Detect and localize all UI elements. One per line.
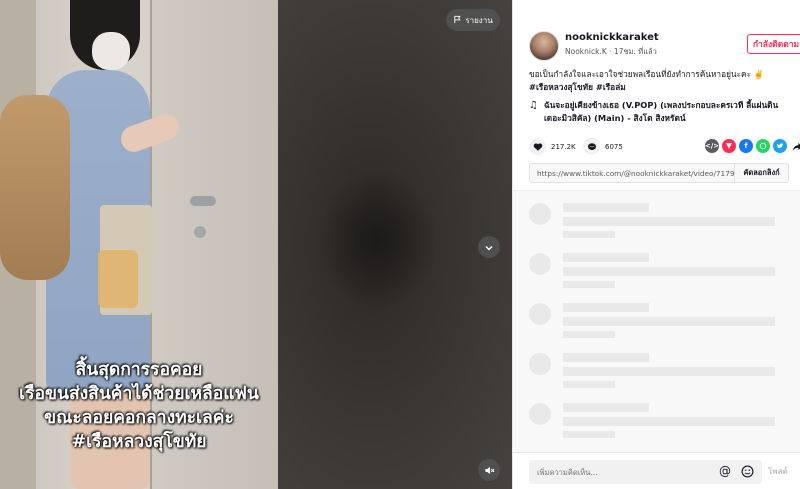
comment-skeleton-avatar	[529, 253, 551, 275]
video-caption: สิ้นสุดการรอคอย เรือขนส่งสินค้าได้ช่วยเห…	[0, 358, 278, 454]
comment-icon	[583, 138, 600, 155]
comment-skeleton-line	[563, 403, 649, 412]
comment-skeleton-avatar	[529, 353, 551, 375]
video-backpack	[0, 95, 70, 280]
description-hashtags[interactable]: #เรือหลวงสุโขทัย #เรือล่ม	[529, 81, 789, 94]
mention-icon[interactable]: @	[717, 463, 733, 479]
video-door-lock	[194, 226, 206, 238]
report-label: รายงาน	[465, 15, 493, 25]
author-subline: Nooknick.K · 17ชม. ที่แล้ว	[565, 46, 657, 58]
caption-line: เรือขนส่งสินค้าได้ช่วยเหลือแฟน	[19, 384, 259, 404]
description-text: ขอเป็นกำลังใจและเอาใจช่วยพลเรือนที่ยังทำ…	[529, 69, 765, 79]
share-buttons: </> f	[705, 139, 800, 153]
caption-line: ขณะลอยคอกลางทะเลค่ะ	[44, 408, 234, 428]
comment-stat[interactable]: 6075	[583, 138, 623, 155]
comment-skeleton-line	[563, 281, 615, 288]
author-header: nooknickkaraket Nooknick.K · 17ชม. ที่แล…	[529, 28, 800, 64]
like-stat[interactable]: 217.2K	[529, 138, 576, 155]
author-username[interactable]: nooknickkaraket	[565, 32, 659, 43]
comment-skeleton-line	[563, 317, 775, 326]
emoji-icon[interactable]	[739, 463, 755, 479]
comment-skeleton-line	[563, 431, 615, 438]
report-button[interactable]: รายงาน	[446, 9, 500, 31]
video-snack-bag	[98, 250, 138, 308]
facebook-icon[interactable]: f	[739, 139, 753, 153]
post-comment-button[interactable]: โพสต์	[768, 465, 788, 478]
music-info[interactable]: ♫ ฉันจะอยู่เคียงข้างเธอ (V.POP) (เพลงประ…	[529, 99, 789, 125]
next-video-button[interactable]	[478, 236, 500, 258]
comments-loading-list	[513, 190, 800, 452]
video-details-panel: nooknickkaraket Nooknick.K · 17ชม. ที่แล…	[512, 0, 800, 489]
caption-line: #เรือหลวงสุโขทัย	[71, 432, 207, 452]
video-blur-background	[278, 0, 512, 489]
comment-skeleton-line	[563, 203, 649, 212]
comment-skeleton-line	[563, 253, 649, 262]
comment-skeleton-avatar	[529, 303, 551, 325]
video-player[interactable]: สิ้นสุดการรอคอย เรือขนส่งสินค้าได้ช่วยเห…	[0, 0, 512, 489]
comment-skeleton-line	[563, 353, 649, 362]
like-count: 217.2K	[551, 142, 576, 151]
video-frame: สิ้นสุดการรอคอย เรือขนส่งสินค้าได้ช่วยเห…	[0, 0, 278, 489]
author-nickname: Nooknick.K	[565, 47, 607, 56]
post-time: 17ชม. ที่แล้ว	[613, 47, 657, 56]
comment-count: 6075	[605, 142, 623, 151]
comment-skeleton-line	[563, 267, 775, 276]
speaker-muted-icon	[484, 461, 495, 480]
comment-skeleton-line	[563, 367, 775, 376]
video-description: ขอเป็นกำลังใจและเอาใจช่วยพลเรือนที่ยังทำ…	[529, 68, 789, 94]
comment-skeleton-line	[563, 217, 775, 226]
comment-skeleton-line	[563, 331, 615, 338]
share-arrow-icon[interactable]	[790, 139, 800, 153]
heart-icon	[529, 138, 546, 155]
chevron-down-icon	[484, 238, 494, 257]
flag-icon	[453, 15, 462, 26]
caption-line: สิ้นสุดการรอคอย	[75, 360, 203, 380]
comment-skeleton-avatar	[529, 203, 551, 225]
comment-skeleton-line	[563, 381, 615, 388]
whatsapp-icon[interactable]	[756, 139, 770, 153]
video-door-handle	[190, 196, 216, 206]
video-link-box: https://www.tiktok.com/@nooknickkaraket/…	[529, 163, 789, 183]
comment-skeleton-avatar	[529, 403, 551, 425]
embed-icon[interactable]: </>	[705, 139, 719, 153]
avatar[interactable]	[529, 31, 559, 61]
engagement-stats: 217.2K 6075 </> f	[529, 138, 800, 156]
comment-skeleton-line	[563, 417, 775, 426]
music-note-icon: ♫	[529, 100, 538, 111]
comment-bar: @ โพสต์	[513, 452, 800, 489]
following-button[interactable]: กำลังติดตาม	[747, 34, 800, 54]
repost-icon[interactable]	[722, 139, 736, 153]
video-person-mask	[92, 32, 130, 70]
twitter-icon[interactable]	[773, 139, 787, 153]
comment-skeleton-line	[563, 303, 649, 312]
music-title: ฉันจะอยู่เคียงข้างเธอ (V.POP) (เพลงประกอ…	[543, 100, 779, 123]
video-link-url[interactable]: https://www.tiktok.com/@nooknickkaraket/…	[530, 169, 734, 178]
mute-button[interactable]	[478, 459, 500, 481]
comment-skeleton-line	[563, 231, 615, 238]
copy-link-button[interactable]: คัดลอกลิงก์	[734, 164, 788, 182]
